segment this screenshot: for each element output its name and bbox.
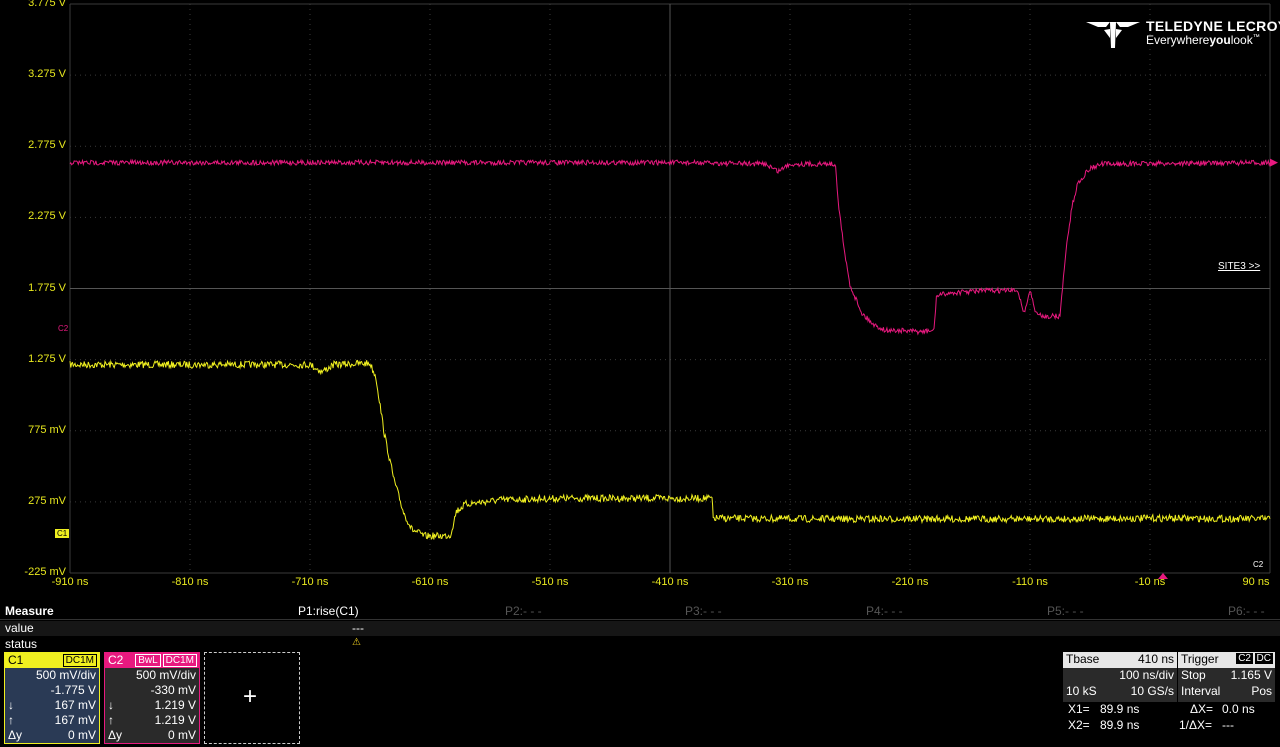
y-tick-label: 3.775 V: [28, 0, 66, 9]
add-trace-box[interactable]: +: [204, 652, 300, 744]
timebase-descriptor[interactable]: Tbase 410 ns 100 ns/div 10 kS 10 GS/s: [1063, 652, 1177, 702]
trigger-channel: C2: [1236, 653, 1253, 664]
x-tick-label: -810 ns: [171, 576, 209, 588]
site-link[interactable]: SITE3 >>: [1218, 261, 1260, 272]
y-tick-label: 2.775 V: [28, 139, 66, 152]
status-row-label: status: [5, 637, 38, 651]
y-tick-label: 775 mV: [28, 423, 66, 436]
value-row-label: value: [5, 621, 34, 635]
x-tick-label: -10 ns: [1134, 576, 1166, 588]
trigger-type: Interval: [1181, 684, 1221, 698]
cursor-readout: X1= 89.9 ns ΔX= 0.0 ns X2= 89.9 ns 1/ΔX=…: [1068, 702, 1278, 734]
channel-c1-descriptor[interactable]: C1 DC1M 500 mV/div -1.775 V ↓ 167 mV ↑ 167…: [4, 652, 100, 744]
trigger-mode: Stop: [1181, 668, 1206, 682]
p1-status-warning-icon: ⚠: [352, 637, 361, 648]
c2-bwl-tag: BwL: [135, 654, 161, 667]
trigger-level: 1.165 V: [1230, 668, 1272, 682]
c2-vdiv: 500 mV/div: [135, 668, 196, 682]
c1-dy-label: Δy: [8, 728, 23, 742]
x1-value: 89.9 ns: [1100, 702, 1140, 716]
y-tick-label: 1.275 V: [28, 352, 66, 365]
inv-dx-label: 1/ΔX=: [1179, 718, 1213, 732]
c1-up: 167 mV: [54, 713, 96, 727]
param-p2[interactable]: P2:- - -: [505, 604, 542, 618]
c1-offset-marker[interactable]: C1: [55, 529, 70, 538]
y-tick-label: 275 mV: [28, 494, 66, 507]
teledyne-lecroy-logo: TELEDYNE LECROY Everywhereyoulook™: [1084, 16, 1280, 50]
c1-up-arrow-icon: ↑: [8, 713, 14, 727]
param-p1[interactable]: P1:rise(C1): [298, 604, 359, 618]
c2-dy: 0 mV: [167, 728, 196, 742]
trigger-coupling: DC: [1254, 653, 1273, 664]
x-tick-label: -210 ns: [891, 576, 929, 588]
measure-panel: Measure P1:rise(C1) P2:- - - P3:- - - P4…: [0, 604, 1280, 652]
waveform-display[interactable]: TELEDYNE LECROY Everywhereyoulook™ SITE3…: [0, 0, 1280, 600]
c2-coupling-tag: DC1M: [162, 654, 197, 667]
teledyne-logo-icon: [1086, 22, 1140, 48]
c2-level-arrow-icon: [1270, 158, 1278, 167]
c2-trigger-marker[interactable]: C2: [1251, 560, 1265, 569]
param-p5[interactable]: P5:- - -: [1047, 604, 1084, 618]
brand-name: TELEDYNE LECROY: [1146, 18, 1280, 34]
x-tick-label: -510 ns: [531, 576, 569, 588]
y-tick-label: 2.275 V: [28, 210, 66, 223]
c1-down-arrow-icon: ↓: [8, 698, 14, 712]
x-tick-label: -410 ns: [651, 576, 689, 588]
y-tick-label: 3.275 V: [28, 68, 66, 81]
channel-c2-descriptor[interactable]: C2 BwL DC1M 500 mV/div -330 mV ↓ 1.219 V …: [104, 652, 200, 744]
c1-name: C1: [8, 653, 24, 667]
x-tick-label: 90 ns: [1242, 576, 1270, 588]
c1-down: 167 mV: [54, 698, 96, 712]
p1-value: ---: [352, 621, 364, 635]
c2-dy-label: Δy: [108, 728, 123, 742]
c2-offset: -330 mV: [150, 683, 196, 697]
timebase-samples: 10 kS: [1066, 684, 1097, 698]
timebase-label: Tbase: [1066, 652, 1100, 666]
dx-value: 0.0 ns: [1222, 702, 1255, 716]
y-tick-label: 1.775 V: [28, 281, 66, 294]
x-tick-label: -610 ns: [411, 576, 449, 588]
x2-label: X2=: [1068, 718, 1090, 732]
trigger-label: Trigger: [1181, 652, 1219, 666]
c2-up: 1.219 V: [154, 713, 196, 727]
x-tick-label: -910 ns: [51, 576, 89, 588]
c1-offset: -1.775 V: [50, 683, 96, 697]
inv-dx-value: ---: [1222, 718, 1234, 732]
timebase-tdiv: 100 ns/div: [1119, 668, 1174, 682]
trigger-slope: Pos: [1251, 684, 1272, 698]
trigger-descriptor[interactable]: Trigger C2 DC Stop 1.165 V Interval Pos: [1178, 652, 1275, 702]
plus-icon: +: [243, 683, 258, 710]
c2-offset-marker[interactable]: C2: [56, 324, 70, 333]
timebase-value: 410 ns: [1137, 652, 1174, 666]
x-tick-label: -310 ns: [771, 576, 809, 588]
brand-tagline: Everywhereyoulook™: [1146, 33, 1260, 47]
c1-coupling-tag: DC1M: [62, 654, 97, 667]
x-tick-label: -110 ns: [1012, 576, 1048, 588]
c1-vdiv: 500 mV/div: [35, 668, 96, 682]
c2-up-arrow-icon: ↑: [108, 713, 114, 727]
x-tick-label: -710 ns: [291, 576, 329, 588]
timebase-rate: 10 GS/s: [1130, 684, 1174, 698]
param-p3[interactable]: P3:- - -: [685, 604, 722, 618]
x2-value: 89.9 ns: [1100, 718, 1140, 732]
c2-down: 1.219 V: [154, 698, 196, 712]
param-p4[interactable]: P4:- - -: [866, 604, 903, 618]
waveform-plot[interactable]: [0, 0, 1280, 600]
c2-down-arrow-icon: ↓: [108, 698, 114, 712]
dx-label: ΔX=: [1190, 702, 1214, 716]
measure-title: Measure: [5, 604, 54, 618]
c2-name: C2: [108, 653, 124, 667]
x1-label: X1=: [1068, 702, 1090, 716]
c1-dy: 0 mV: [67, 728, 96, 742]
param-p6[interactable]: P6:- - -: [1228, 604, 1265, 618]
